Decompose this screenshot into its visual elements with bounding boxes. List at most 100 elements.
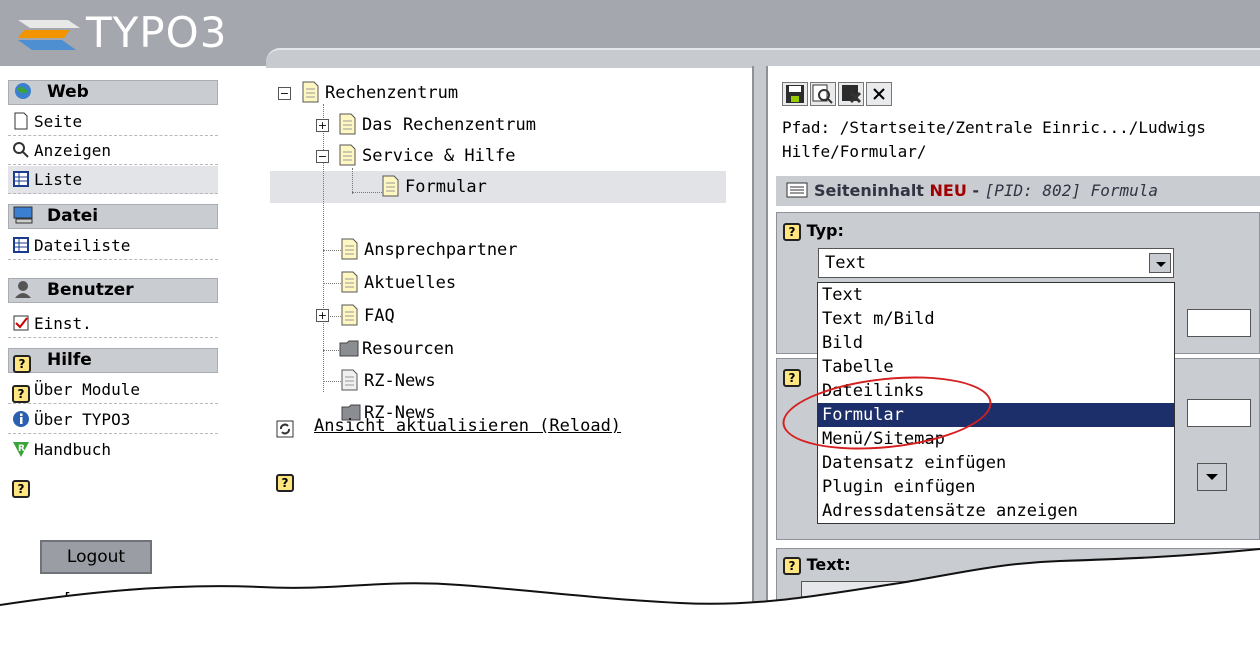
- menu-item-label: Handbuch: [34, 440, 112, 459]
- menu-item-label: Liste: [34, 170, 83, 189]
- save-close-icon[interactable]: [838, 82, 864, 106]
- section-two-select-arrow[interactable]: [1197, 463, 1227, 491]
- module-hilfe-label: Hilfe: [47, 350, 92, 370]
- section-two-field[interactable]: [1187, 399, 1251, 427]
- module-web-label: Web: [47, 82, 89, 102]
- save-view-icon[interactable]: [810, 82, 836, 106]
- svg-text:R: R: [18, 444, 25, 454]
- typ-select[interactable]: Text: [818, 248, 1174, 278]
- path-line: Pfad: /Startseite/Zentrale Einric.../Lud…: [782, 118, 1206, 137]
- collapse-toggle[interactable]: −: [278, 87, 291, 100]
- reload-icon[interactable]: [276, 420, 294, 443]
- tree-node-das-rechenzentrum[interactable]: Das Rechenzentrum: [339, 112, 536, 138]
- typ-option[interactable]: Datensatz einfügen: [818, 451, 1174, 475]
- page-icon: [341, 304, 358, 326]
- module-hilfe-header[interactable]: ? Hilfe: [8, 348, 218, 373]
- chevron-down-icon[interactable]: [1149, 253, 1171, 273]
- typ-option[interactable]: Text m/Bild: [818, 307, 1174, 331]
- menu-item-ueber-module[interactable]: ? Über Module: [8, 376, 218, 404]
- collapse-toggle[interactable]: −: [316, 150, 329, 163]
- menu-item-label: Einst.: [34, 314, 92, 333]
- expand-toggle[interactable]: +: [316, 119, 329, 132]
- manual-icon: R: [12, 439, 30, 457]
- tree-node-label: FAQ: [364, 306, 395, 326]
- typ-label: Typ:: [806, 221, 844, 240]
- page-icon: [341, 238, 358, 260]
- module-benutzer-header[interactable]: Benutzer: [8, 278, 218, 303]
- section-two-help: ?: [783, 367, 801, 387]
- tree-node-service-hilfe[interactable]: Service & Hilfe: [339, 143, 516, 169]
- typ-option[interactable]: Tabelle: [818, 355, 1174, 379]
- menu-item-label: Seite: [34, 112, 83, 131]
- top-bar: TYPO3: [0, 0, 1260, 68]
- typo3-logo: TYPO3: [14, 6, 244, 62]
- help-icon: ?: [12, 379, 30, 403]
- menu-item-einst[interactable]: Einst.: [8, 310, 218, 338]
- tree-node-ansprechpartner[interactable]: Ansprechpartner: [341, 237, 518, 263]
- reload-link[interactable]: Ansicht aktualisieren (Reload): [314, 416, 621, 436]
- content-header-neu: NEU: [929, 181, 967, 200]
- typ-option[interactable]: Text: [818, 283, 1174, 307]
- torn-edge-decoration: [0, 548, 1260, 653]
- typ-select-value: Text: [825, 253, 866, 273]
- page-icon: [302, 81, 319, 103]
- menu-item-dateiliste[interactable]: Dateiliste: [8, 232, 218, 260]
- page-icon: [341, 369, 358, 391]
- content-header-title: Seiteninhalt: [814, 181, 924, 200]
- content-element-icon: [786, 178, 808, 198]
- list-icon: [12, 235, 30, 253]
- typ-option[interactable]: Adressdatensätze anzeigen: [818, 499, 1174, 523]
- tree-node-label: Das Rechenzentrum: [362, 115, 536, 135]
- menu-item-handbuch[interactable]: R Handbuch: [8, 436, 218, 464]
- tree-node-label: Aktuelles: [364, 273, 457, 293]
- typo3-logo-icon: [18, 20, 80, 50]
- tree-line: [352, 168, 353, 194]
- page-icon: [382, 175, 399, 197]
- tree-node-faq[interactable]: FAQ: [341, 303, 395, 329]
- tree-node-label: Rechenzentrum: [325, 83, 459, 103]
- tree-node-rechenzentrum[interactable]: Rechenzentrum: [302, 80, 458, 106]
- help-icon[interactable]: ?: [783, 369, 801, 387]
- tree-selection-highlight: [270, 171, 726, 203]
- globe-icon: [13, 82, 33, 100]
- content-header-dash: -: [966, 181, 985, 200]
- typ-option[interactable]: Bild: [818, 331, 1174, 355]
- tree-node-resourcen[interactable]: Resourcen: [339, 336, 454, 362]
- computer-icon: [13, 206, 33, 224]
- menu-item-ueber-typo3[interactable]: Über TYPO3: [8, 406, 218, 434]
- secondary-field[interactable]: [1187, 309, 1251, 337]
- typ-option[interactable]: Plugin einfügen: [818, 475, 1174, 499]
- help-icon[interactable]: ?: [12, 478, 30, 498]
- menu-item-seite[interactable]: Seite: [8, 108, 218, 136]
- tree-node-formular[interactable]: Formular: [382, 174, 487, 200]
- page-icon: [341, 271, 358, 293]
- help-icon: ?: [13, 352, 33, 373]
- tree-node-label: Service & Hilfe: [362, 146, 516, 166]
- tree-node-aktuelles[interactable]: Aktuelles: [341, 270, 456, 296]
- content-header-pid: [PID: 802] Formula: [984, 181, 1159, 200]
- tree-node-rz-news-page[interactable]: RZ-News: [341, 368, 436, 394]
- menu-item-label: Anzeigen: [34, 141, 112, 160]
- help-icon[interactable]: ?: [276, 472, 294, 492]
- save-icon[interactable]: [782, 82, 808, 106]
- tree-line: [323, 283, 341, 284]
- tree-line: [323, 250, 341, 251]
- expand-toggle[interactable]: +: [316, 309, 329, 322]
- menu-item-anzeigen[interactable]: Anzeigen: [8, 137, 218, 165]
- folder-icon: [339, 337, 359, 359]
- frame-top-border: [266, 48, 1260, 68]
- module-datei-header[interactable]: Datei: [8, 204, 218, 229]
- menu-item-liste[interactable]: Liste: [8, 166, 218, 194]
- close-icon[interactable]: [866, 82, 892, 106]
- magnifier-icon: [12, 140, 30, 158]
- tree-node-label: RZ-News: [364, 371, 436, 391]
- content-header: Seiteninhalt NEU - [PID: 802] Formula: [776, 176, 1260, 206]
- list-icon: [12, 169, 30, 187]
- help-icon[interactable]: ?: [783, 223, 801, 241]
- module-benutzer-label: Benutzer: [47, 280, 134, 300]
- module-datei-label: Datei: [47, 206, 99, 226]
- path-line: Hilfe/Formular/: [782, 142, 927, 161]
- module-web-header[interactable]: Web: [8, 80, 218, 105]
- logo-text: TYPO3: [86, 8, 228, 57]
- page-icon: [339, 144, 356, 166]
